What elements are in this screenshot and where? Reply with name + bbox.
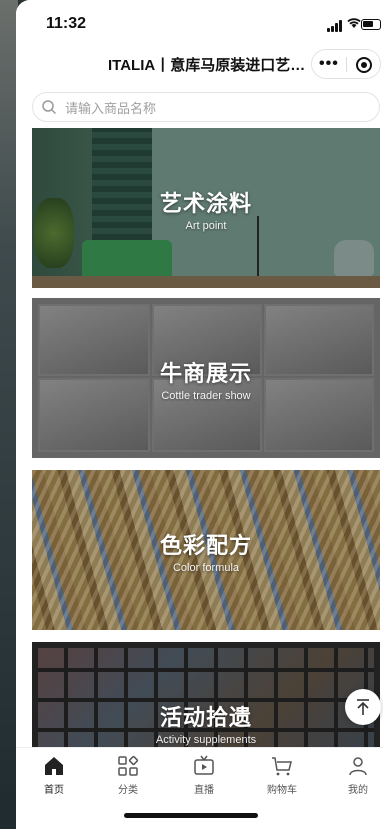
- tab-label: 直播: [194, 785, 214, 796]
- status-time: 11:32: [46, 15, 87, 32]
- more-icon[interactable]: •••: [319, 56, 339, 72]
- tab-label: 购物车: [267, 785, 297, 796]
- close-circle-icon[interactable]: [356, 57, 372, 73]
- card-title-cn: 牛商展示: [159, 361, 252, 386]
- art-floor-image: [32, 276, 380, 288]
- tab-category[interactable]: 分类: [98, 754, 158, 796]
- page-title: ITALIA丨意库马原装进口艺…: [108, 57, 306, 74]
- arrow-up-icon: [357, 699, 369, 715]
- tab-label: 我的: [348, 785, 368, 796]
- back-to-top-button[interactable]: [345, 689, 381, 725]
- card-title-cn: 活动拾遗: [159, 705, 252, 730]
- navigation-bar: ITALIA丨意库马原装进口艺… •••: [16, 44, 383, 84]
- card-title-en: Cottle trader show: [161, 390, 251, 402]
- card-title-cn: 色彩配方: [159, 533, 252, 558]
- capsule-divider: [346, 57, 347, 72]
- category-icon: [118, 755, 139, 776]
- art-sofa-image: [82, 240, 172, 280]
- search-icon: [42, 100, 57, 115]
- battery-icon: [361, 19, 381, 30]
- tab-live[interactable]: 直播: [174, 754, 234, 796]
- card-trader-show[interactable]: 牛商展示 Cottle trader show: [32, 298, 380, 458]
- mini-program-sheet: 11:32 ITALIA丨意库马原装进口艺… ••• 请输入商品名称 艺术涂料 …: [16, 0, 383, 829]
- home-indicator: [124, 813, 258, 818]
- card-title-cn: 艺术涂料: [159, 191, 252, 216]
- card-title-en: Color formula: [172, 562, 240, 574]
- search-input[interactable]: [63, 97, 367, 119]
- card-label: 牛商展示 Cottle trader show: [32, 356, 380, 402]
- card-color-formula[interactable]: 色彩配方 Color formula: [32, 470, 380, 630]
- tab-mine[interactable]: 我的: [328, 754, 383, 796]
- tab-label: 首页: [44, 785, 64, 796]
- tab-cart[interactable]: 购物车: [252, 754, 312, 796]
- live-tv-icon: [194, 755, 214, 775]
- card-label: 色彩配方 Color formula: [32, 528, 380, 574]
- wifi-icon: [347, 18, 361, 28]
- mini-program-capsule: •••: [311, 49, 381, 79]
- signal-icon: [327, 20, 345, 32]
- card-activity-supplements[interactable]: 活动拾遗 Activity supplements: [32, 642, 380, 762]
- card-label: 艺术涂料 Art point: [32, 186, 380, 232]
- card-art-paint[interactable]: 艺术涂料 Art point: [32, 128, 380, 288]
- tab-home[interactable]: 首页: [24, 754, 84, 796]
- cart-icon: [272, 757, 292, 776]
- card-label: 活动拾遗 Activity supplements: [32, 700, 380, 746]
- user-icon: [349, 757, 367, 776]
- status-bar: 11:32: [16, 0, 383, 44]
- search-bar[interactable]: [32, 92, 380, 122]
- card-title-en: Art point: [185, 220, 227, 232]
- tab-label: 分类: [118, 785, 138, 796]
- home-icon: [45, 757, 63, 775]
- card-title-en: Activity supplements: [155, 734, 257, 746]
- art-chair-image: [334, 240, 374, 276]
